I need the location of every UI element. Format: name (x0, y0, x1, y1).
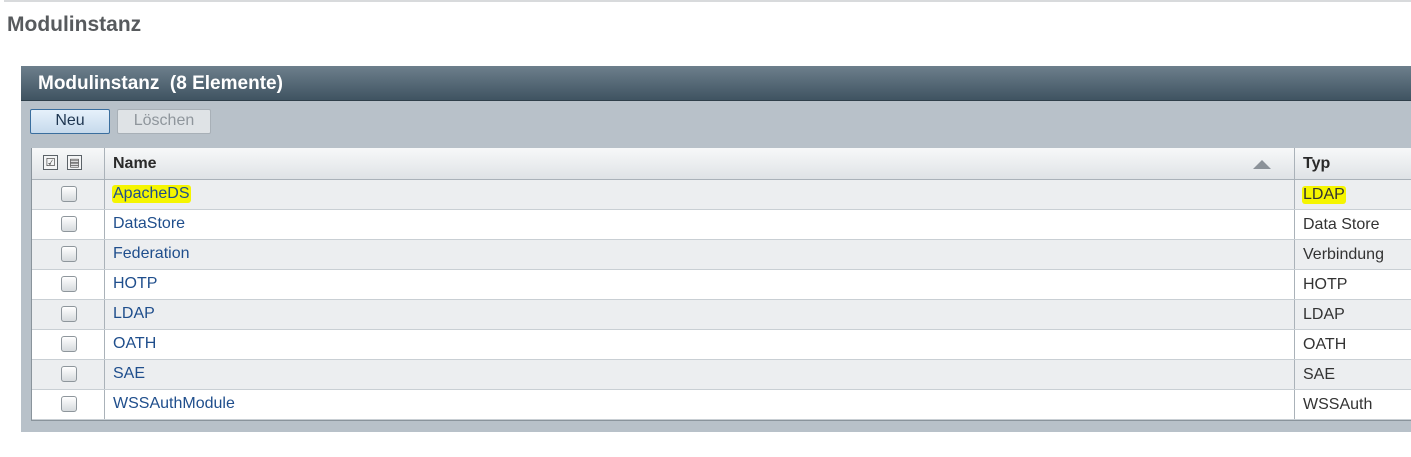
type-cell: Data Store (1295, 210, 1411, 239)
row-select-cell (32, 390, 105, 419)
row-checkbox[interactable] (61, 306, 77, 322)
module-table: ☑ ▤ Name Typ ApacheDS LDAP DataStore Data S… (31, 148, 1411, 421)
row-select-cell (32, 360, 105, 389)
module-type: WSSAuth (1303, 396, 1373, 413)
deselect-all-icon[interactable]: ▤ (67, 155, 82, 170)
row-select-cell (32, 240, 105, 269)
type-cell: LDAP (1295, 300, 1411, 329)
table-row: OATH OATH (32, 330, 1411, 360)
module-name-link[interactable]: Federation (112, 245, 191, 263)
row-checkbox[interactable] (61, 216, 77, 232)
name-cell: DataStore (105, 210, 1295, 239)
module-type: HOTP (1303, 276, 1348, 293)
module-name-link[interactable]: WSSAuthModule (112, 395, 236, 413)
table-row: LDAP LDAP (32, 300, 1411, 330)
table-row: WSSAuthModule WSSAuth (32, 390, 1411, 420)
row-checkbox[interactable] (61, 396, 77, 412)
row-select-cell (32, 270, 105, 299)
column-header-type[interactable]: Typ (1295, 148, 1411, 179)
column-label-type: Typ (1303, 155, 1331, 172)
module-type: Verbindung (1303, 246, 1384, 263)
type-cell: HOTP (1295, 270, 1411, 299)
table-row: Federation Verbindung (32, 240, 1411, 270)
type-cell: OATH (1295, 330, 1411, 359)
delete-button[interactable]: Löschen (117, 109, 211, 134)
row-checkbox[interactable] (61, 246, 77, 262)
column-label-name: Name (113, 155, 157, 172)
module-type: LDAP (1302, 186, 1346, 204)
row-checkbox[interactable] (61, 186, 77, 202)
module-instance-panel: Modulinstanz (8 Elemente) Neu Löschen ☑ … (21, 66, 1411, 432)
name-cell: HOTP (105, 270, 1295, 299)
module-type: OATH (1303, 336, 1347, 353)
name-cell: WSSAuthModule (105, 390, 1295, 419)
module-name-link[interactable]: ApacheDS (112, 185, 191, 203)
panel-header: Modulinstanz (8 Elemente) (21, 66, 1411, 101)
module-name-link[interactable]: SAE (112, 365, 146, 383)
toolbar: Neu Löschen (21, 101, 1411, 148)
row-checkbox[interactable] (61, 366, 77, 382)
name-cell: Federation (105, 240, 1295, 269)
module-name-link[interactable]: OATH (112, 335, 157, 353)
top-divider (4, 0, 1411, 2)
select-all-icon[interactable]: ☑ (43, 155, 58, 170)
module-name-link[interactable]: HOTP (112, 275, 158, 293)
panel-title: Modulinstanz (8 Elemente) (38, 73, 283, 94)
module-type: LDAP (1303, 306, 1345, 323)
row-select-cell (32, 300, 105, 329)
type-cell: WSSAuth (1295, 390, 1411, 419)
module-type: SAE (1303, 366, 1336, 383)
name-cell: SAE (105, 360, 1295, 389)
row-select-cell (32, 330, 105, 359)
table-row: SAE SAE (32, 360, 1411, 390)
selection-header: ☑ ▤ (32, 148, 105, 179)
module-type: Data Store (1303, 216, 1380, 233)
type-cell: SAE (1295, 360, 1411, 389)
column-header-name[interactable]: Name (105, 148, 1295, 179)
table-row: ApacheDS LDAP (32, 180, 1411, 210)
module-name-link[interactable]: LDAP (112, 305, 156, 323)
new-button[interactable]: Neu (30, 109, 110, 134)
row-checkbox[interactable] (61, 336, 77, 352)
name-cell: ApacheDS (105, 180, 1295, 209)
name-cell: OATH (105, 330, 1295, 359)
module-name-link[interactable]: DataStore (112, 215, 186, 233)
table-row: HOTP HOTP (32, 270, 1411, 300)
type-cell: Verbindung (1295, 240, 1411, 269)
sort-ascending-icon[interactable] (1253, 160, 1271, 169)
name-cell: LDAP (105, 300, 1295, 329)
row-select-cell (32, 180, 105, 209)
table-header: ☑ ▤ Name Typ (32, 148, 1411, 180)
page-title: Modulinstanz (7, 13, 142, 36)
row-checkbox[interactable] (61, 276, 77, 292)
row-select-cell (32, 210, 105, 239)
table-row: DataStore Data Store (32, 210, 1411, 240)
type-cell: LDAP (1295, 180, 1411, 209)
